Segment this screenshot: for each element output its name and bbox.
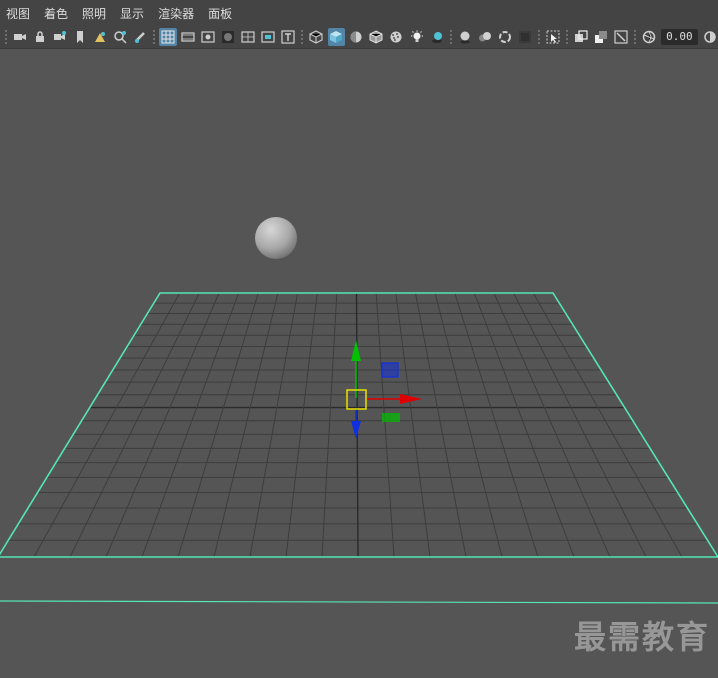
move-manipulator[interactable] (346, 340, 422, 439)
depth-of-field-icon[interactable] (516, 28, 534, 46)
manip-z-arrow[interactable] (351, 421, 361, 439)
menu-shading[interactable]: 着色 (37, 0, 75, 28)
grid-line-vertical (414, 292, 467, 558)
grid-icon[interactable] (159, 28, 177, 46)
2d-pan-zoom-icon[interactable] (111, 28, 129, 46)
use-all-lights-icon[interactable] (408, 28, 426, 46)
camera-attributes-icon[interactable] (51, 28, 69, 46)
menu-bar: 视图 着色 照明 显示 渲染器 面板 (0, 0, 718, 28)
grid-line-vertical (105, 292, 220, 558)
menu-show[interactable]: 显示 (113, 0, 151, 28)
safe-title-icon[interactable] (280, 28, 298, 46)
grid-line-vertical (513, 292, 647, 558)
toolbar-separator (565, 29, 568, 45)
image-plane-icon[interactable] (91, 28, 109, 46)
exposure-icon[interactable] (640, 28, 658, 46)
toolbar-separator (537, 29, 540, 45)
menu-lighting[interactable]: 照明 (75, 0, 113, 28)
grease-pencil-icon[interactable] (131, 28, 149, 46)
toolbar-separator (449, 29, 452, 45)
smooth-shade-icon[interactable] (327, 28, 346, 46)
panel-toolbar: 0.00 (0, 26, 718, 48)
viewport-scene[interactable] (0, 49, 718, 678)
camera-icon[interactable] (11, 28, 29, 46)
resolution-gate-icon[interactable] (199, 28, 217, 46)
grid-line-vertical (69, 292, 200, 558)
xray-icon[interactable] (572, 28, 590, 46)
exposure-value-field[interactable]: 0.00 (660, 29, 698, 45)
safe-action-icon[interactable] (260, 28, 278, 46)
grid-line-vertical (454, 292, 539, 558)
grid-line-vertical (434, 292, 503, 558)
watermark-text: 最需教育 (573, 618, 710, 656)
sphere-object[interactable] (255, 217, 297, 259)
wireframe-on-shaded-icon[interactable] (368, 28, 386, 46)
manip-xy-plane-handle[interactable] (381, 362, 399, 378)
grid-line-vertical (321, 292, 338, 558)
3d-viewport[interactable]: 最需教育 (0, 48, 718, 678)
plane-outline-bottom (0, 600, 718, 604)
menu-panels[interactable]: 面板 (201, 0, 239, 28)
xray-joints-icon[interactable] (612, 28, 630, 46)
grid-line-vertical (375, 292, 395, 558)
isolate-select-icon[interactable] (544, 28, 562, 46)
toolbar-separator (5, 29, 7, 45)
bookmark-icon[interactable] (71, 28, 89, 46)
grid-line-vertical (33, 292, 181, 558)
toolbar-separator (301, 29, 304, 45)
manip-x-arrow[interactable] (400, 394, 422, 404)
motion-blur-icon[interactable] (476, 28, 494, 46)
default-material-icon[interactable] (348, 28, 366, 46)
grid-line-vertical (395, 292, 431, 558)
textured-icon[interactable] (388, 28, 406, 46)
screen-space-ambient-occlusion-icon[interactable] (456, 28, 474, 46)
film-gate-icon[interactable] (179, 28, 197, 46)
wireframe-icon[interactable] (308, 28, 326, 46)
menu-view[interactable]: 视图 (0, 0, 37, 28)
camera-lock-icon[interactable] (31, 28, 49, 46)
manip-y-arrow[interactable] (351, 340, 361, 361)
gate-mask-icon[interactable] (219, 28, 237, 46)
grid-line-vertical (473, 292, 575, 558)
grid-line-vertical (532, 292, 683, 558)
grid-line-vertical (493, 292, 611, 558)
gamma-icon[interactable] (701, 28, 718, 46)
toolbar-separator (633, 29, 636, 45)
menu-renderer[interactable]: 渲染器 (151, 0, 201, 28)
toolbar-separator (153, 29, 156, 45)
shadows-icon[interactable] (428, 28, 446, 46)
anti-aliasing-icon[interactable] (496, 28, 514, 46)
xray-active-components-icon[interactable] (592, 28, 610, 46)
field-chart-icon[interactable] (239, 28, 257, 46)
manip-xz-plane-handle[interactable] (382, 413, 400, 422)
